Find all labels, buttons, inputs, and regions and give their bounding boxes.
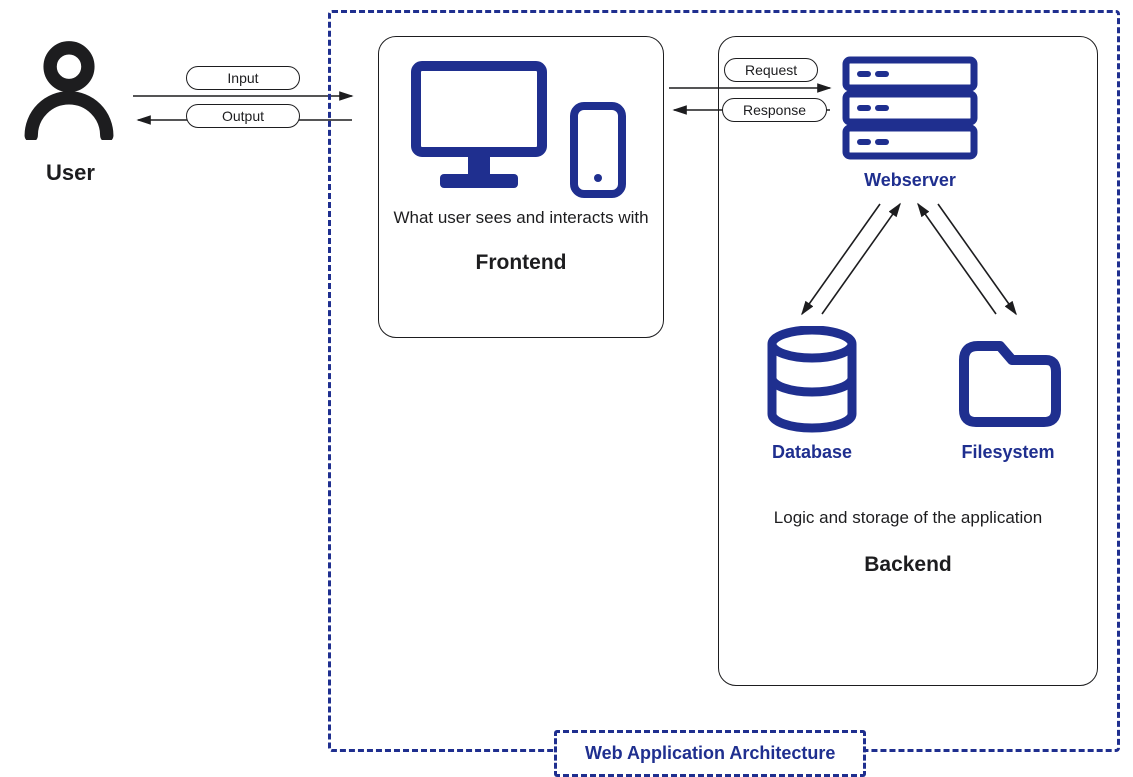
folder-icon [954,330,1064,430]
user-label: User [46,160,95,186]
webserver-icon [840,54,980,164]
backend-title: Backend [719,553,1097,577]
arrows-backend [760,196,1060,326]
label-input: Input [186,66,300,90]
mobile-icon [568,100,628,200]
backend-desc: Logic and storage of the application [719,507,1097,529]
webserver-label: Webserver [840,170,980,191]
database-label: Database [752,442,872,463]
diagram-canvas: User Input Output Web Application Archit… [0,0,1133,766]
user-icon [24,40,114,140]
monitor-icon [408,58,568,198]
frontend-title: Frontend [379,251,663,275]
frontend-desc: What user sees and interacts with [379,207,663,229]
label-output: Output [186,104,300,128]
label-request: Request [724,58,818,82]
database-icon [762,326,862,436]
filesystem-label: Filesystem [948,442,1068,463]
label-response: Response [722,98,827,122]
architecture-title: Web Application Architecture [554,730,866,777]
